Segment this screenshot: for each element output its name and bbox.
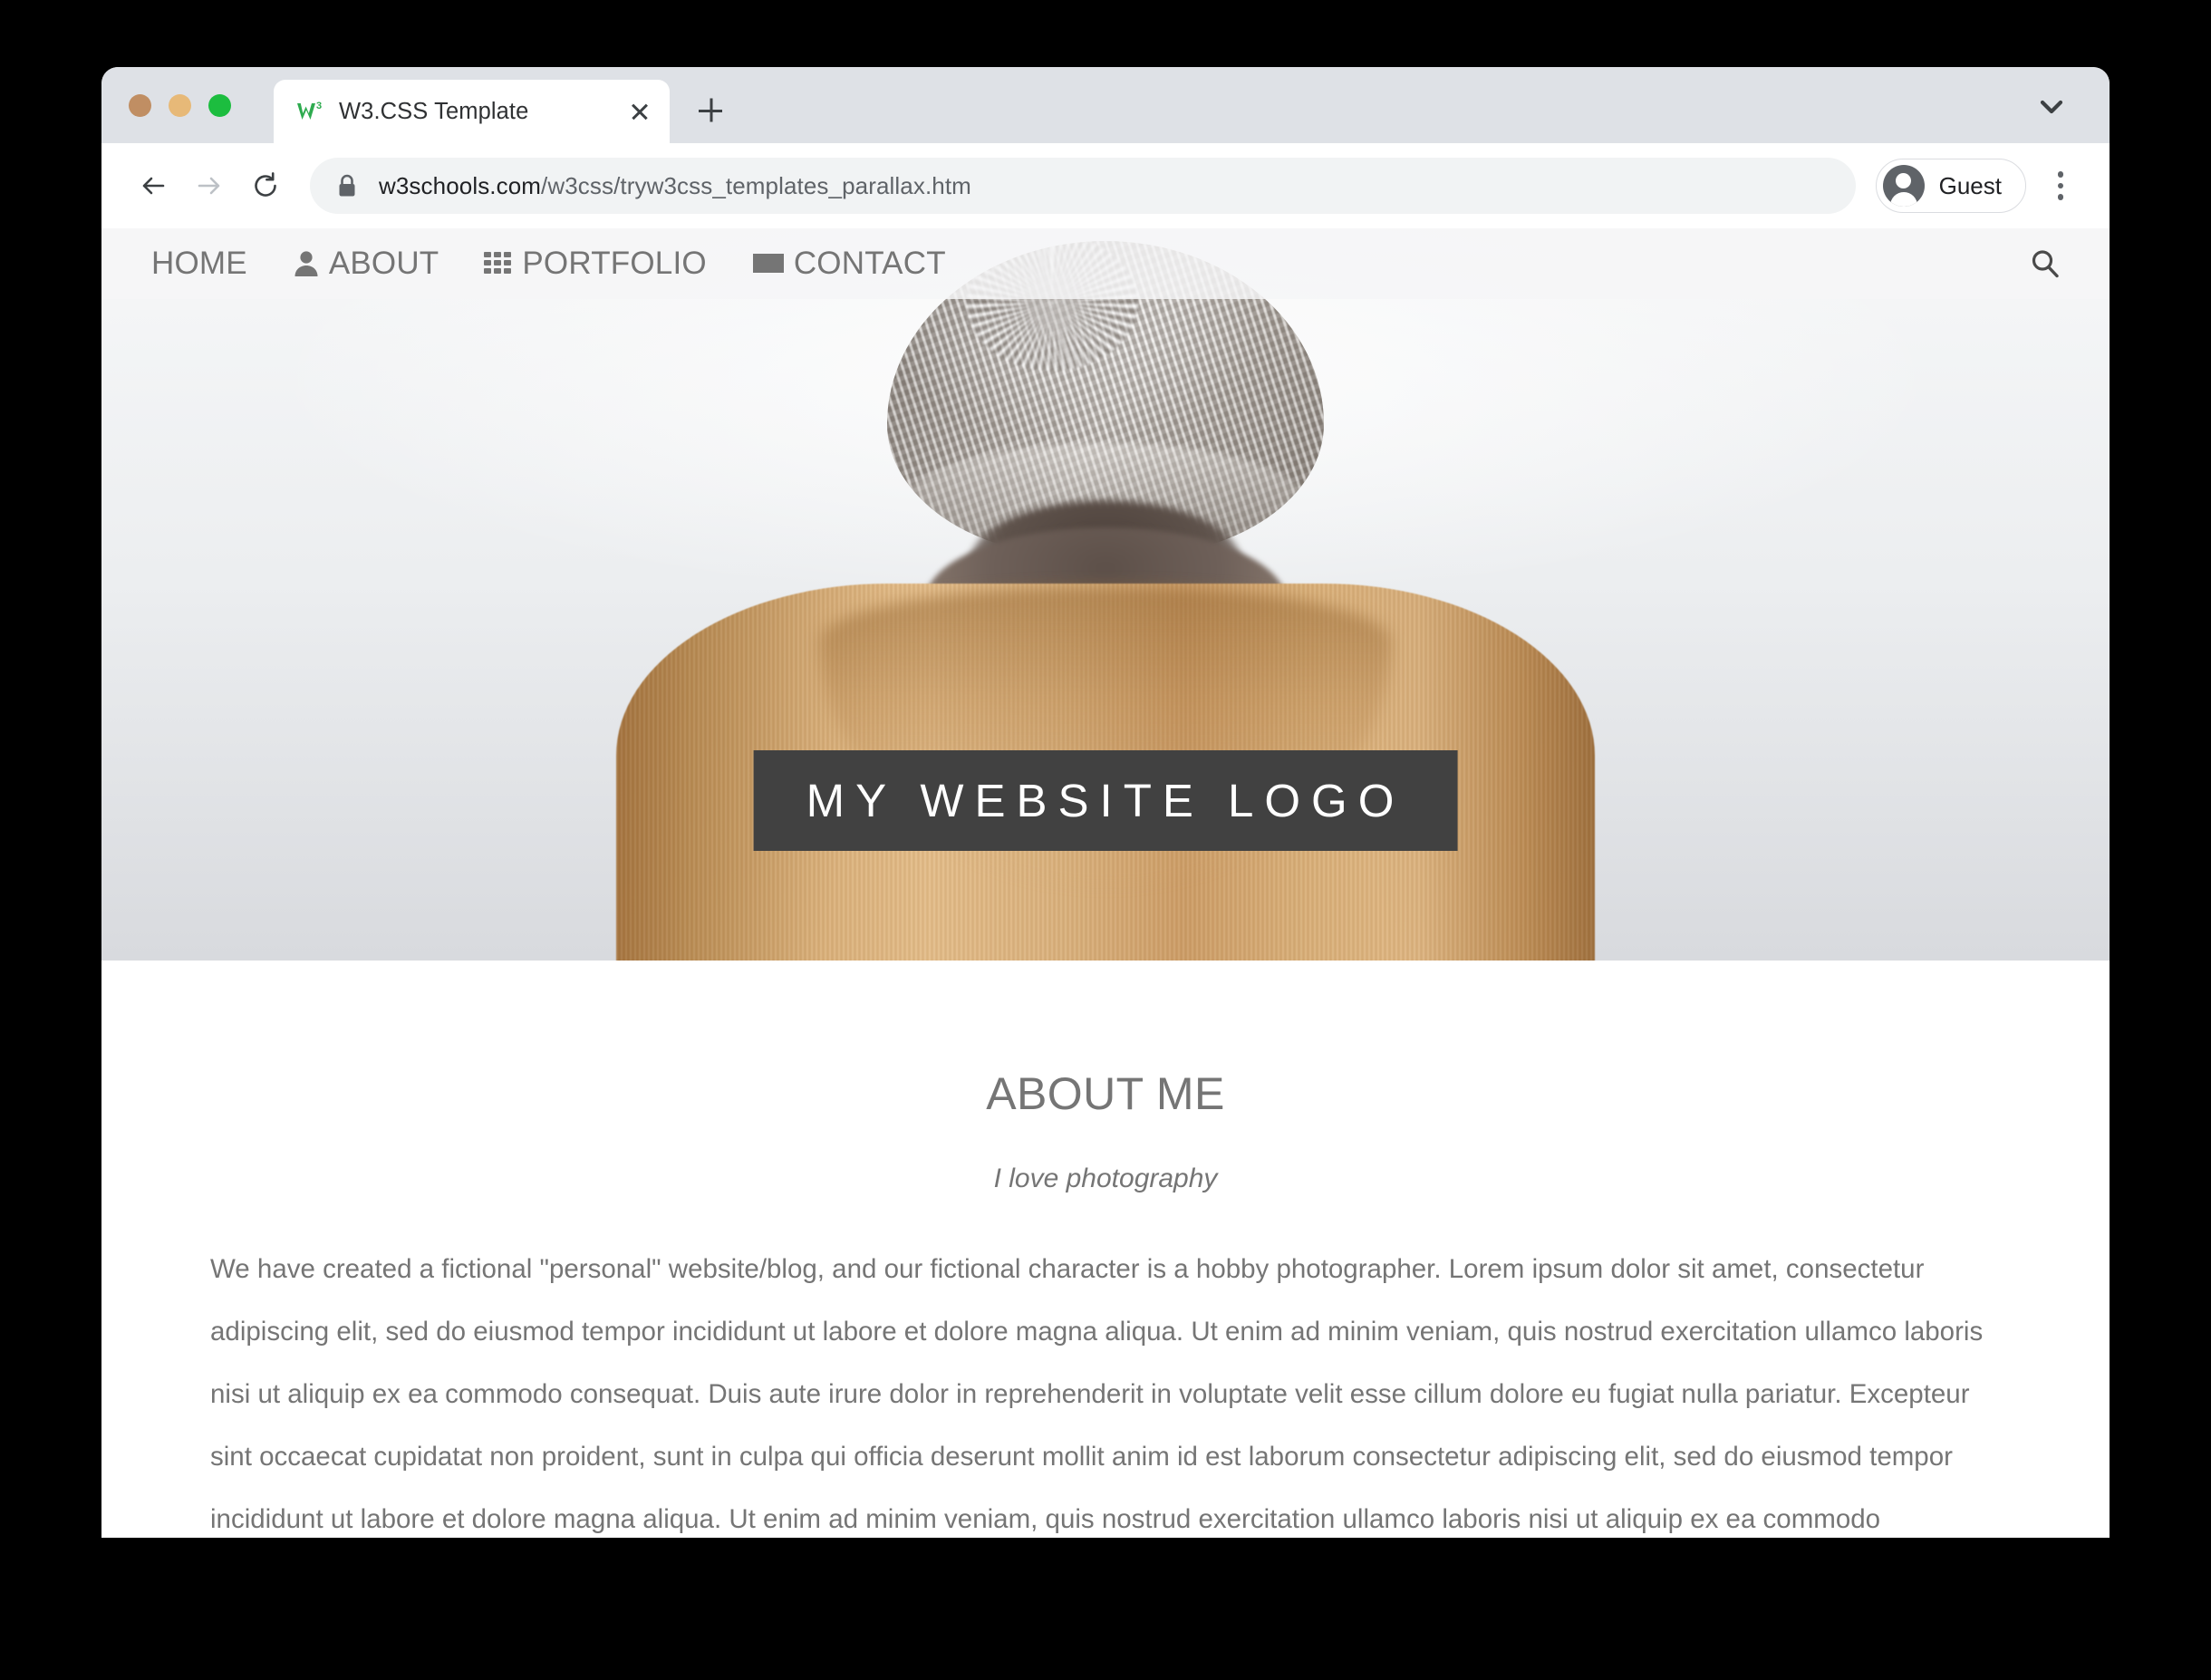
search-icon[interactable] (2012, 228, 2079, 299)
about-title: ABOUT ME (986, 1068, 1225, 1119)
hero-logo-banner: MY WEBSITE LOGO (753, 750, 1458, 851)
address-bar[interactable]: w3schools.com/w3css/tryw3css_templates_p… (310, 158, 1856, 214)
svg-text:3: 3 (316, 101, 322, 111)
page-viewport: HOME ABOUT PORTFOLIO CONTACT MY WEBSITE … (101, 228, 2110, 1538)
kebab-dot (2057, 171, 2064, 178)
envelope-icon (752, 251, 785, 276)
tab-strip: 3 W3.CSS Template (101, 67, 2110, 143)
close-icon[interactable] (626, 98, 653, 125)
browser-toolbar: w3schools.com/w3css/tryw3css_templates_p… (101, 143, 2110, 228)
nav-item-contact[interactable]: CONTACT (729, 228, 969, 299)
nav-label-portfolio: PORTFOLIO (522, 246, 707, 281)
kebab-dot (2057, 194, 2064, 200)
kebab-dot (2057, 182, 2064, 189)
nav-label-contact: CONTACT (793, 246, 946, 281)
window-traffic-lights (129, 94, 231, 117)
site-navigation-bar: HOME ABOUT PORTFOLIO CONTACT (101, 228, 2110, 299)
kebab-menu-icon[interactable] (2035, 158, 2086, 214)
hero-parallax-image: HOME ABOUT PORTFOLIO CONTACT MY WEBSITE … (101, 228, 2110, 961)
w3schools-icon: 3 (295, 96, 326, 127)
hero-logo-text: MY WEBSITE LOGO (806, 775, 1405, 826)
browser-tab[interactable]: 3 W3.CSS Template (274, 80, 670, 143)
nav-label-home: HOME (151, 246, 247, 281)
lock-icon (335, 172, 359, 199)
window-maximize-button[interactable] (208, 94, 231, 117)
about-subtitle: I love photography (993, 1163, 1218, 1193)
chevron-down-icon[interactable] (2032, 92, 2071, 120)
grid-icon (484, 251, 513, 276)
browser-window: 3 W3.CSS Template w3schools.com/w3css/tr… (101, 67, 2110, 1538)
nav-label-about: ABOUT (328, 246, 439, 281)
profile-label: Guest (1938, 171, 2002, 199)
nav-item-about[interactable]: ABOUT (270, 228, 462, 299)
nav-item-portfolio[interactable]: PORTFOLIO (461, 228, 729, 299)
url-text: w3schools.com/w3css/tryw3css_templates_p… (379, 171, 971, 199)
arrow-left-icon[interactable] (125, 158, 181, 214)
tab-title: W3.CSS Template (339, 98, 529, 124)
about-body-text: We have created a fictional "personal" w… (210, 1254, 1984, 1535)
window-minimize-button[interactable] (169, 94, 191, 117)
reload-icon[interactable] (237, 158, 294, 214)
arrow-right-icon[interactable] (181, 158, 237, 214)
profile-button[interactable]: Guest (1875, 159, 2026, 213)
new-tab-button[interactable] (689, 89, 732, 132)
about-section: ABOUT ME I love photography We have crea… (101, 961, 2110, 1538)
avatar-icon (1882, 165, 1925, 207)
window-close-button[interactable] (129, 94, 151, 117)
nav-item-home[interactable]: HOME (129, 228, 270, 299)
person-icon (293, 248, 320, 279)
